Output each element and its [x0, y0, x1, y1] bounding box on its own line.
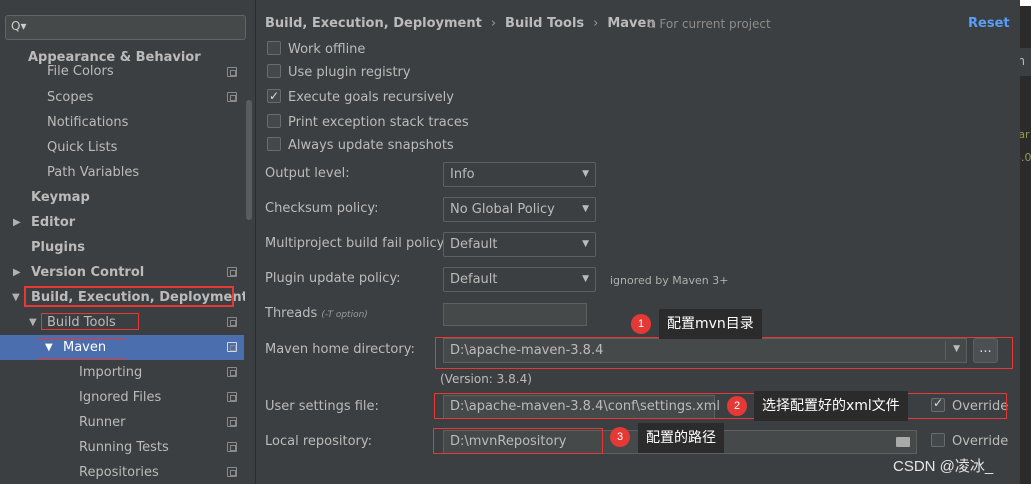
tree-item-importing[interactable]: Importing	[0, 360, 244, 385]
tree-item-repositories[interactable]: Repositories	[0, 460, 244, 484]
settings-sidebar: Q▾ Appearance & Behavior File Colors Sco…	[0, 0, 256, 484]
threads-hint: (-T option)	[321, 310, 368, 320]
annotation-callout-3: 配置的路径	[638, 423, 724, 453]
project-scope-icon	[227, 367, 237, 377]
output-level-label: Output level:	[265, 166, 350, 181]
project-scope-icon	[227, 467, 237, 477]
annotation-highlight-build-execution	[24, 286, 234, 307]
checkbox-box[interactable]	[267, 114, 281, 128]
reset-link[interactable]: Reset	[968, 16, 1010, 31]
tree-item-file-colors[interactable]: File Colors	[0, 62, 244, 82]
execute-goals-recursively-checkbox[interactable]: Execute goals recursively	[267, 87, 454, 109]
threads-input[interactable]	[443, 303, 587, 326]
annotation-highlight-build-tools	[41, 313, 139, 330]
annotation-badge-2: 2	[727, 396, 747, 416]
project-scope-icon	[227, 317, 237, 327]
editor-tab-fragment: on ▾	[1020, 48, 1031, 76]
checkbox-box[interactable]	[267, 137, 281, 151]
editor-code-fragment: 4.0	[1020, 151, 1031, 164]
project-scope-icon	[227, 442, 237, 452]
project-scope-icon	[227, 267, 237, 277]
annotation-highlight-maven-home	[435, 337, 1013, 369]
annotation-highlight-user-settings	[434, 393, 1007, 419]
always-update-snapshots-checkbox[interactable]: Always update snapshots	[267, 137, 454, 157]
checkbox-box[interactable]	[267, 41, 281, 55]
maven-settings-panel: Build, Execution, Deployment › Build Tools…	[257, 0, 1020, 484]
work-offline-checkbox[interactable]: Work offline	[267, 41, 365, 61]
checkbox-box-checked[interactable]	[267, 87, 281, 105]
tree-item-runner[interactable]: Runner	[0, 410, 244, 435]
maven-version-label: (Version: 3.8.4)	[440, 372, 532, 386]
editor-code-fragment: tar	[1020, 128, 1030, 141]
dropdown-caret-icon: ▼	[582, 239, 589, 249]
project-scope-icon	[227, 417, 237, 427]
output-level-select[interactable]: Info ▼	[443, 162, 596, 187]
tree-item-ignored-files[interactable]: Ignored Files	[0, 385, 244, 410]
expand-arrow-icon[interactable]: ▶	[13, 260, 21, 285]
checksum-policy-label: Checksum policy:	[265, 201, 379, 216]
user-settings-label: User settings file:	[265, 399, 379, 414]
tree-item-plugins[interactable]: Plugins	[0, 235, 244, 260]
annotation-badge-3: 3	[610, 427, 630, 447]
multiproject-fail-policy-label: Multiproject build fail policy:	[265, 236, 448, 251]
background-editor-strip: on ▾ tar 4.0	[1020, 0, 1031, 484]
sidebar-scrollbar[interactable]	[245, 60, 253, 484]
project-scope-icon	[227, 92, 237, 102]
multiproject-fail-policy-select[interactable]: Default ▼	[443, 232, 596, 257]
csdn-watermark: CSDN @凌冰_	[893, 458, 994, 475]
tree-item-version-control[interactable]: ▶ Version Control	[0, 260, 244, 285]
tree-item-scopes[interactable]: Scopes	[0, 85, 244, 110]
background-window-edge	[1020, 0, 1031, 6]
plugin-update-policy-select[interactable]: Default ▼	[443, 267, 596, 292]
annotation-highlight-local-repository	[433, 428, 603, 454]
tree-item-keymap[interactable]: Keymap	[0, 185, 244, 210]
for-current-project-label: ⧉ For current project	[647, 17, 771, 31]
project-scope-icon: ⧉	[647, 17, 660, 31]
breadcrumb-separator: ›	[593, 16, 599, 31]
use-plugin-registry-checkbox[interactable]: Use plugin registry	[267, 64, 411, 84]
tree-item-notifications[interactable]: Notifications	[0, 110, 244, 135]
breadcrumb-build-tools: Build Tools	[505, 16, 585, 31]
breadcrumb-separator: ›	[490, 16, 497, 31]
annotation-callout-2: 选择配置好的xml文件	[754, 391, 908, 421]
collapse-arrow-icon[interactable]: ▼	[12, 285, 20, 310]
expand-arrow-icon[interactable]: ▶	[13, 210, 21, 235]
collapse-arrow-icon[interactable]: ▼	[29, 310, 37, 335]
tree-item-path-variables[interactable]: Path Variables	[0, 160, 244, 185]
dropdown-caret-icon: ▼	[582, 169, 589, 179]
tree-item-quick-lists[interactable]: Quick Lists	[0, 135, 244, 160]
scrollbar-thumb[interactable]	[246, 100, 252, 220]
checkbox-box[interactable]	[931, 433, 945, 447]
print-exception-stack-traces-checkbox[interactable]: Print exception stack traces	[267, 114, 469, 134]
project-scope-icon	[227, 67, 237, 77]
settings-search-input[interactable]: Q▾	[5, 15, 246, 40]
breadcrumb-build-execution: Build, Execution, Deployment	[265, 16, 482, 31]
threads-label: Threads (-T option)	[265, 306, 368, 321]
plugin-update-note: ignored by Maven 3+	[610, 274, 729, 287]
dropdown-caret-icon: ▼	[582, 274, 589, 284]
dropdown-caret-icon: ▼	[582, 204, 589, 214]
folder-icon[interactable]	[896, 437, 910, 447]
search-icon: Q▾	[11, 19, 27, 33]
project-scope-icon	[227, 392, 237, 402]
checkbox-box[interactable]	[267, 64, 281, 78]
annotation-highlight-maven	[37, 339, 126, 360]
tree-item-running-tests[interactable]: Running Tests	[0, 435, 244, 460]
checksum-policy-select[interactable]: No Global Policy ▼	[443, 197, 596, 222]
annotation-badge-1: 1	[631, 314, 651, 334]
local-repository-label: Local repository:	[265, 434, 372, 449]
local-repository-override-checkbox[interactable]: Override	[931, 433, 1008, 449]
project-scope-icon	[227, 342, 237, 352]
annotation-callout-1: 配置mvn目录	[659, 309, 762, 339]
plugin-update-policy-label: Plugin update policy:	[265, 271, 401, 286]
maven-home-label: Maven home directory:	[265, 342, 415, 357]
tree-item-editor[interactable]: ▶ Editor	[0, 210, 244, 235]
breadcrumb: Build, Execution, Deployment › Build Tools…	[265, 16, 656, 31]
